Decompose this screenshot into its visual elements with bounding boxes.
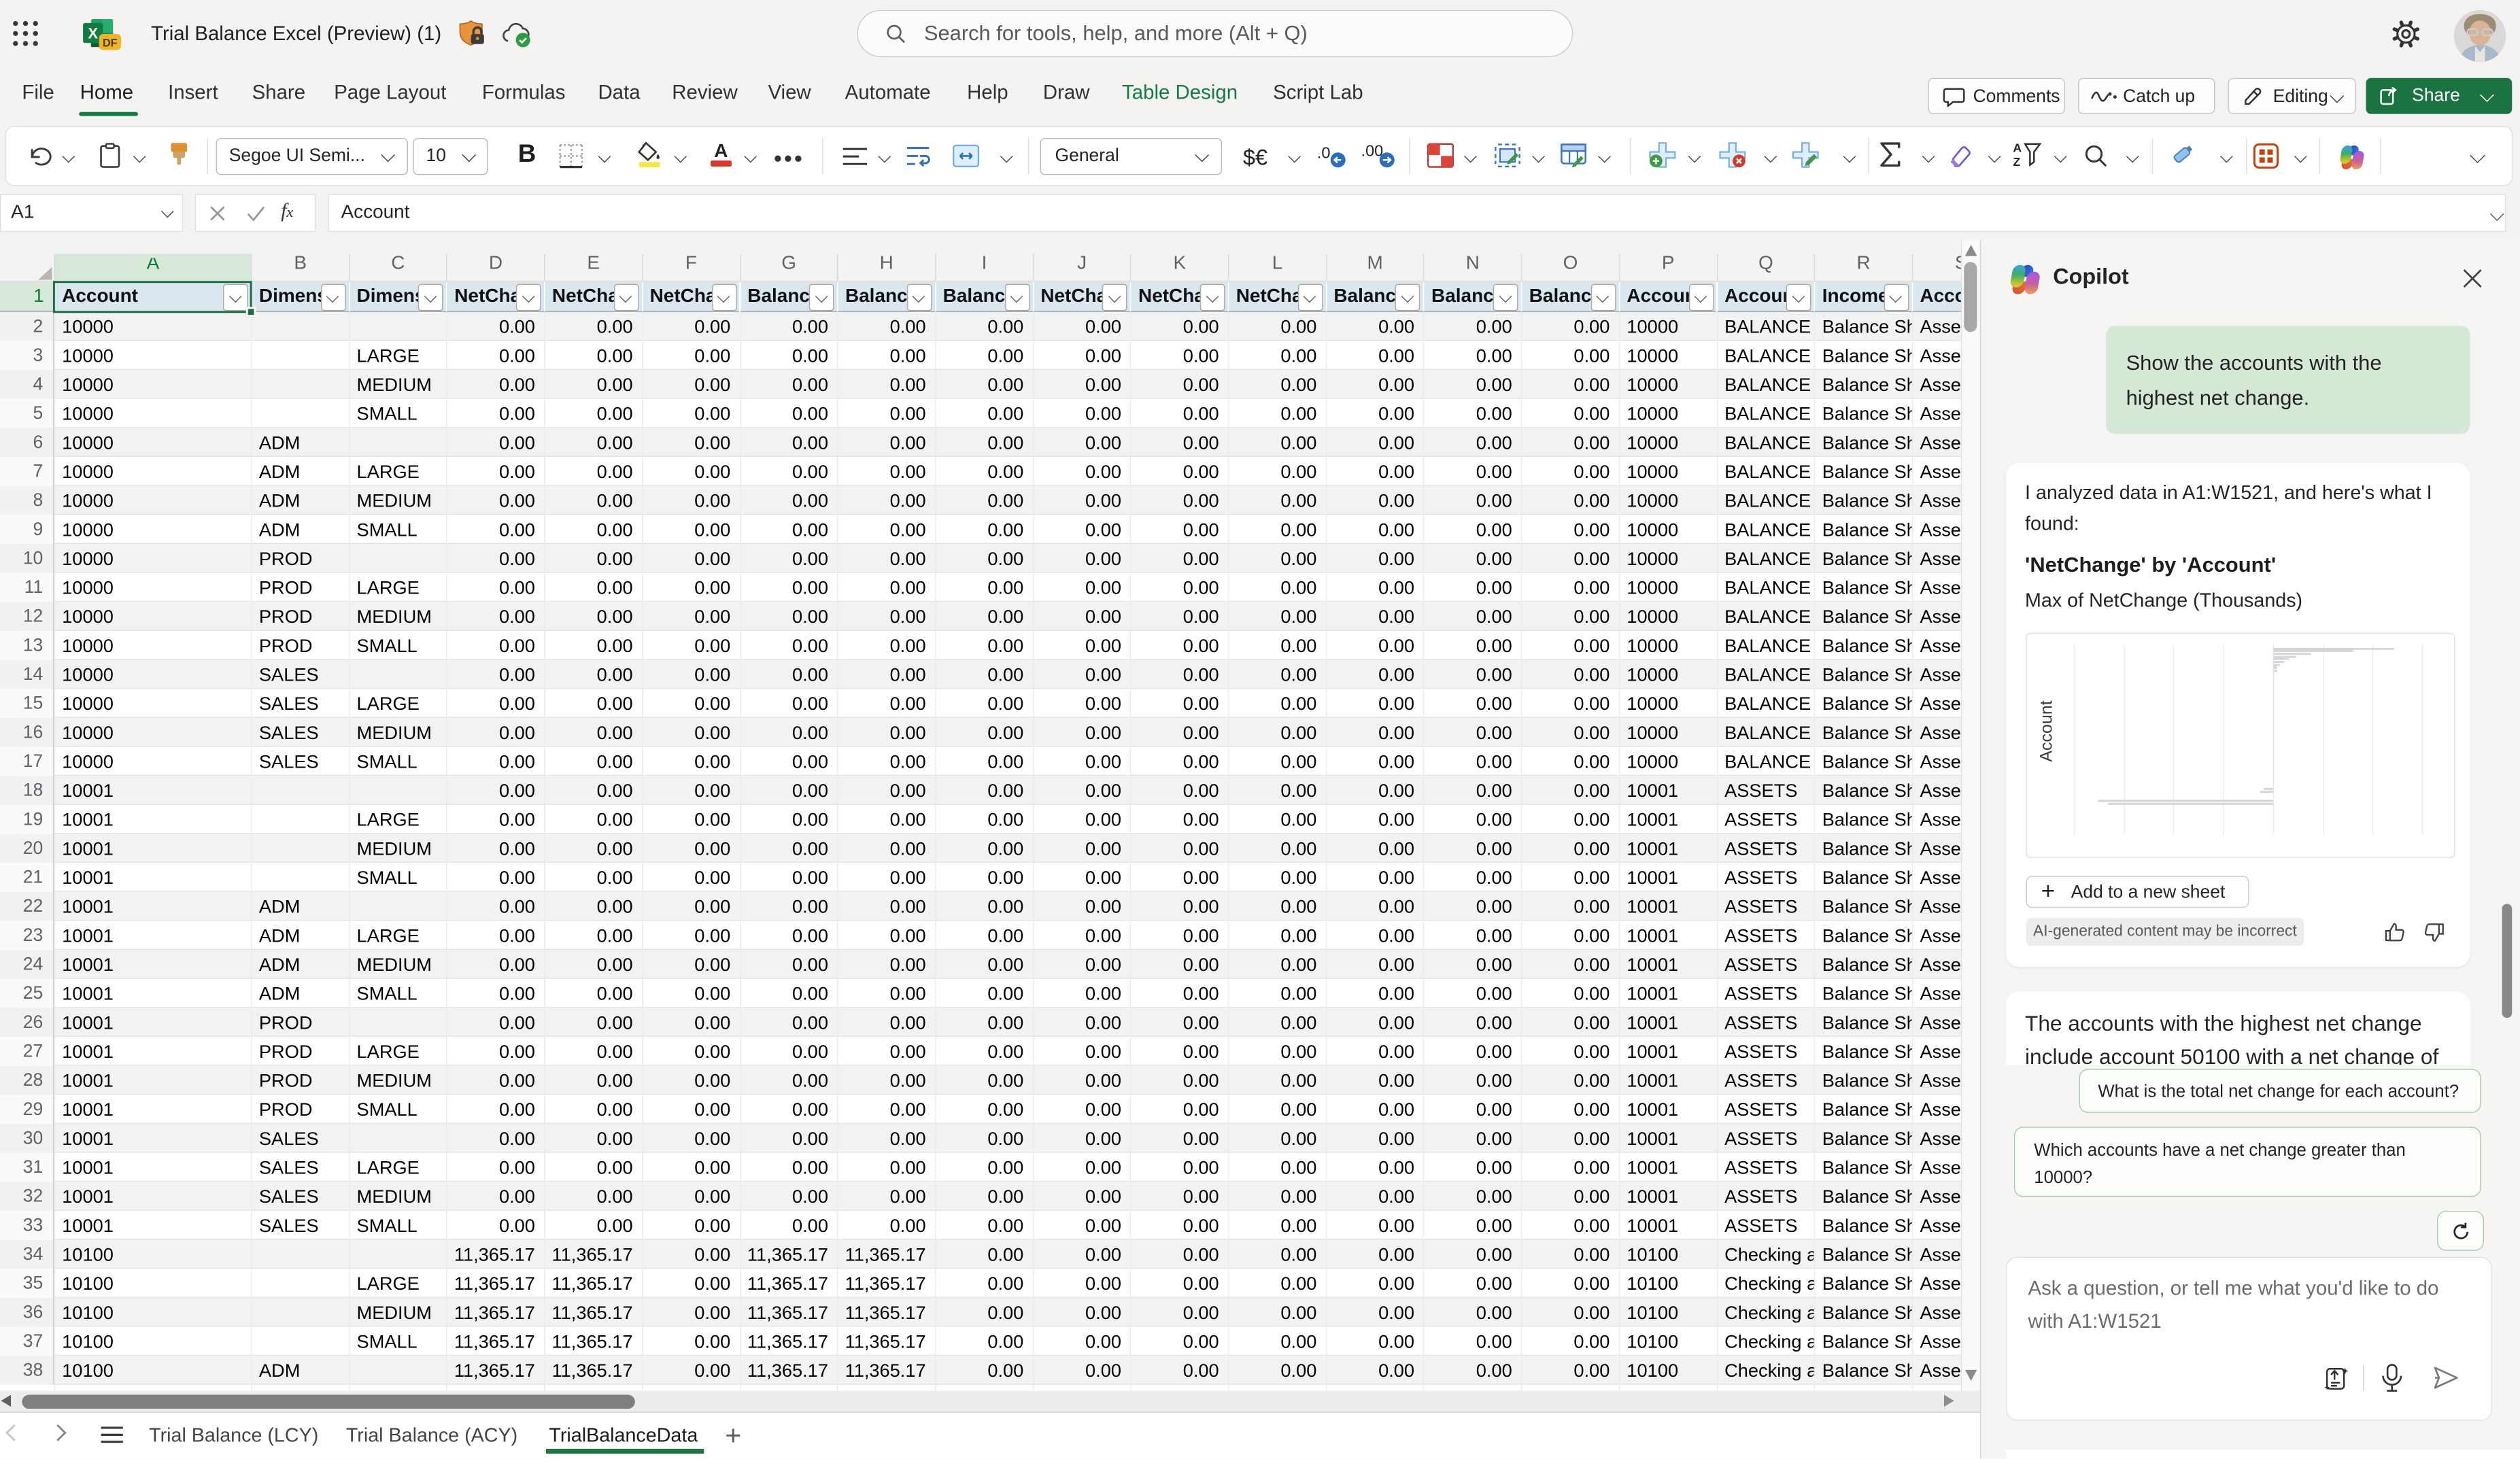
- svg-text:.00: .00: [1361, 143, 1384, 159]
- svg-text:A: A: [714, 141, 728, 161]
- svg-text:.0: .0: [1317, 143, 1331, 161]
- svg-text:DF: DF: [103, 37, 118, 49]
- svg-text:X: X: [88, 25, 98, 42]
- svg-text:Z: Z: [2013, 155, 2020, 168]
- svg-text:A: A: [2013, 141, 2022, 155]
